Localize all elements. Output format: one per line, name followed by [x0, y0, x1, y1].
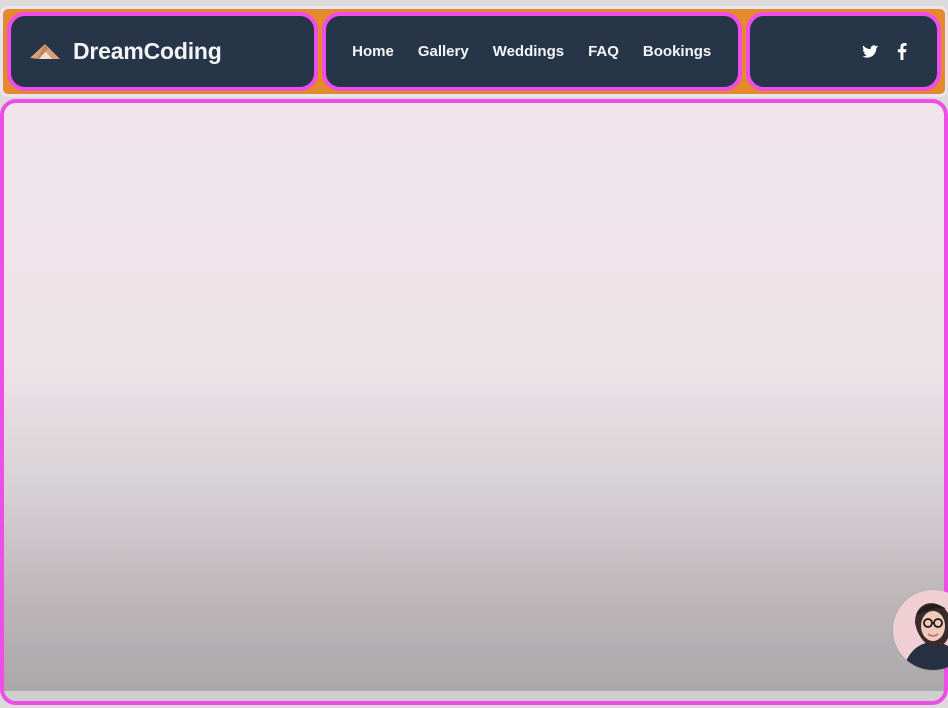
main-nav: Home Gallery Weddings FAQ Bookings [321, 12, 742, 91]
nav-item-home[interactable]: Home [352, 43, 394, 60]
nav-item-gallery[interactable]: Gallery [418, 43, 469, 60]
facebook-icon[interactable] [897, 43, 907, 60]
bottom-strip [4, 691, 944, 701]
nav-item-faq[interactable]: FAQ [588, 43, 619, 60]
twitter-icon[interactable] [862, 44, 879, 59]
nav-item-weddings[interactable]: Weddings [493, 43, 564, 60]
paper-plane-logo-icon [29, 41, 61, 63]
brand-panel: DreamCoding [7, 12, 318, 91]
site-header: DreamCoding Home Gallery Weddings FAQ Bo… [0, 6, 948, 97]
nav-item-bookings[interactable]: Bookings [643, 43, 711, 60]
page: DreamCoding Home Gallery Weddings FAQ Bo… [0, 0, 948, 708]
brand-name[interactable]: DreamCoding [73, 38, 222, 65]
hero-section [0, 99, 948, 705]
social-panel [745, 12, 941, 91]
